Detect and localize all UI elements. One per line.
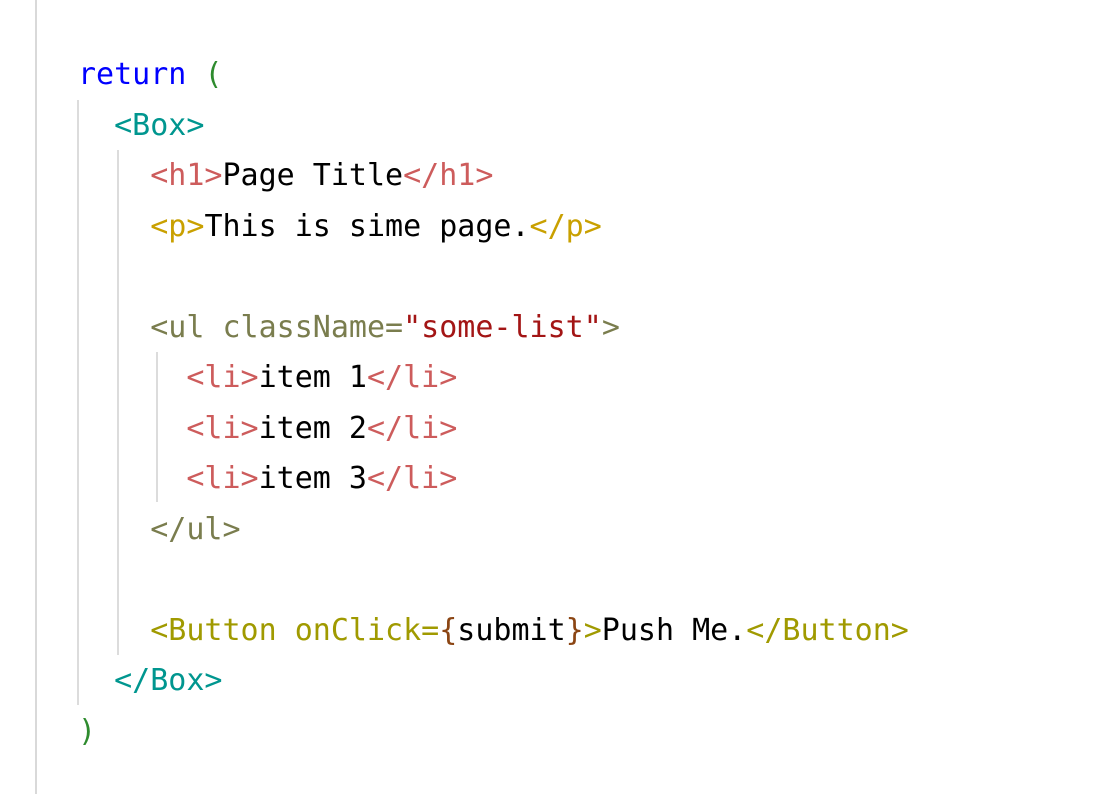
code-token: </li> <box>367 360 458 395</box>
code-token: item 3 <box>258 461 367 496</box>
code-token: <li> <box>186 461 259 496</box>
code-token: return <box>78 57 187 92</box>
code-token: </Box> <box>114 663 223 698</box>
code-token: <p> <box>150 208 205 244</box>
code-token: This is sime page. <box>204 208 530 244</box>
code-line[interactable]: </Box> <box>78 656 909 707</box>
code-line[interactable]: <Button onClick={submit}>Push Me.</Butto… <box>78 606 909 657</box>
code-line[interactable]: <h1>Page Title</h1> <box>78 151 909 202</box>
code-token: </p> <box>529 208 602 244</box>
code-token: "some-list" <box>403 309 602 345</box>
code-token: </h1> <box>403 158 494 193</box>
code-token: } <box>565 612 584 648</box>
code-token: item 2 <box>258 410 367 446</box>
code-line[interactable] <box>78 555 909 606</box>
code-token: </li> <box>367 410 458 446</box>
code-token: > <box>601 309 620 345</box>
code-token: </li> <box>367 461 458 496</box>
code-token: Push Me. <box>601 612 747 648</box>
code-line[interactable] <box>78 252 909 303</box>
code-token: <li> <box>186 360 259 395</box>
code-token: submit <box>457 612 566 648</box>
code-token: > <box>583 612 602 648</box>
code-token: item 1 <box>258 360 367 395</box>
code-token: <Box> <box>114 107 205 143</box>
code-token: ( <box>204 57 223 92</box>
code-token: <Button onClick= <box>150 612 440 648</box>
code-token: Page Title <box>222 158 404 193</box>
code-editor[interactable]: return ( <Box> <h1>Page Title</h1> <p>Th… <box>78 50 909 757</box>
code-line[interactable]: </ul> <box>78 505 909 556</box>
code-line[interactable]: <li>item 2</li> <box>78 404 909 455</box>
code-line[interactable]: <ul className="some-list"> <box>78 303 909 354</box>
code-line[interactable]: <li>item 1</li> <box>78 353 909 404</box>
code-line[interactable]: return ( <box>78 50 909 101</box>
code-token: <ul className= <box>150 309 404 345</box>
code-line[interactable]: <li>item 3</li> <box>78 454 909 505</box>
code-token: <li> <box>186 410 259 446</box>
code-token: </Button> <box>746 612 909 648</box>
editor-gutter-border <box>35 0 37 794</box>
code-line[interactable]: <p>This is sime page.</p> <box>78 202 909 253</box>
code-line[interactable]: ) <box>78 707 909 758</box>
code-token: </ul> <box>150 511 241 547</box>
code-token: ) <box>78 713 97 749</box>
code-token: { <box>439 612 458 648</box>
code-line[interactable]: <Box> <box>78 101 909 152</box>
code-token: <h1> <box>150 158 223 193</box>
